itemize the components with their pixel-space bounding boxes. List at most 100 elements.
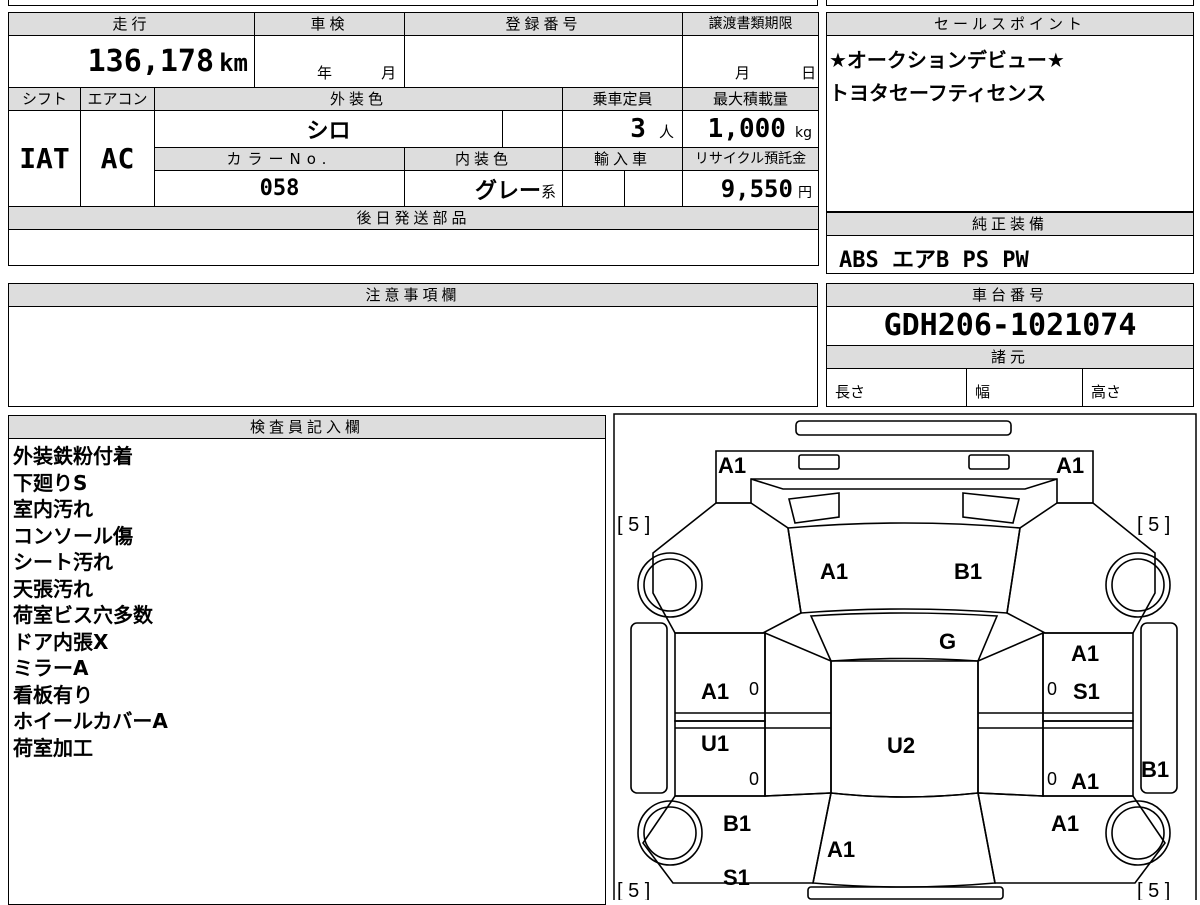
chassis-label: 車台番号	[827, 284, 1193, 307]
damage-left-rear-door-zero: 0	[749, 769, 759, 789]
equipment-box: 純正装備 ABS エアB PS PW	[826, 212, 1194, 274]
interior-color-value: グレー	[475, 178, 542, 204]
inspector-note: ホイールカバーA	[13, 709, 168, 733]
transfer-deadline-label: 譲渡書類期限	[682, 12, 820, 36]
mileage-value: 136,178	[87, 44, 215, 79]
chassis-value: GDH206-1021074	[827, 307, 1193, 346]
sales-point-line: トヨタセーフティセンス	[829, 81, 1047, 105]
inspector-notes-list: 外装鉄粉付着 下廻りS 室内汚れ コンソール傷 シート汚れ 天張汚れ 荷室ビス穴…	[9, 439, 605, 761]
max-load-value: 1,000	[707, 114, 786, 144]
tire-front-right: [ 5 ]	[1137, 514, 1170, 536]
damage-right-rear-door: A1	[1071, 769, 1099, 794]
inspector-note: 下廻りS	[13, 470, 88, 495]
damage-left-rear-door: U1	[701, 731, 729, 756]
recycle-unit: 円	[798, 184, 813, 201]
equipment-label: 純正装備	[827, 213, 1193, 236]
damage-diagram: A1 A1 [ 5 ] [ 5 ] A1 B1 G A1 0 A1 0 S1 U…	[613, 413, 1197, 900]
damage-left-front-door: A1	[701, 679, 729, 704]
exterior-color-label: 外装色	[153, 87, 564, 111]
damage-hood-left: A1	[820, 559, 848, 584]
interior-color-suffix: 系	[541, 183, 557, 201]
height-label: 高さ	[1091, 383, 1122, 401]
spec-label: 諸元	[827, 346, 1193, 369]
import-label: 輸入車	[562, 147, 684, 171]
mileage-label: 走行	[7, 12, 256, 36]
aircon-label: エアコン	[80, 87, 155, 111]
color-no-value: 058	[153, 170, 406, 207]
inspection-label: 車検	[254, 12, 406, 36]
damage-right-rear-door-zero: 0	[1047, 769, 1057, 789]
registration-value-cell	[404, 35, 684, 88]
interior-color-label: 内装色	[404, 147, 564, 171]
inspector-note: コンソール傷	[13, 523, 133, 548]
transfer-day-label: 日	[801, 64, 817, 82]
transfer-month-label: 月	[735, 64, 751, 82]
damage-left-rear-fender: B1	[723, 811, 751, 836]
damage-right-rear-fender: A1	[1051, 811, 1079, 836]
recycle-label: リサイクル預託金	[682, 147, 820, 171]
inspector-note: シート汚れ	[13, 550, 113, 574]
inspector-box: 検査員記入欄 外装鉄粉付着 下廻りS 室内汚れ コンソール傷 シート汚れ 天張汚…	[8, 415, 606, 905]
damage-roof: U2	[887, 733, 915, 758]
tire-rear-left: [ 5 ]	[617, 880, 650, 900]
inspector-note: ミラーA	[13, 656, 89, 680]
inspector-note: 看板有り	[13, 682, 93, 707]
chassis-box: 車台番号 GDH206-1021074 諸元 長さ 幅 高さ	[826, 283, 1194, 407]
damage-left-rear-bottom: S1	[723, 865, 750, 890]
sales-points-box: セールスポイント ★オークションデビュー★ トヨタセーフティセンス	[826, 12, 1194, 212]
sales-points-label: セールスポイント	[827, 13, 1193, 36]
tire-front-left: [ 5 ]	[617, 514, 650, 536]
top-frame-fragment-right	[826, 0, 1194, 6]
notes-box: 注意事項欄	[8, 283, 818, 407]
mileage-cell: 136,178 km	[7, 35, 256, 88]
inspector-note: 外装鉄粉付着	[13, 444, 133, 468]
width-label: 幅	[967, 369, 1083, 406]
transfer-deadline-cell: 月 日	[682, 35, 820, 88]
damage-rear-panel: A1	[827, 837, 855, 862]
vehicle-info-table: 走行 車検 登録番号 譲渡書類期限 136,178 km 年 月 月 日 シフト…	[7, 12, 820, 266]
capacity-label: 乗車定員	[562, 87, 684, 111]
registration-label: 登録番号	[404, 12, 684, 36]
top-frame-fragment	[8, 0, 818, 6]
aircon-value: AC	[80, 110, 155, 207]
inspector-note: ドア内張X	[13, 629, 109, 654]
damage-right-front-door-a: A1	[1071, 641, 1099, 666]
equipment-value: ABS エアB PS PW	[839, 248, 1029, 273]
mileage-unit: km	[219, 49, 249, 77]
damage-front-right: A1	[1056, 453, 1084, 478]
later-parts-label: 後日発送部品	[7, 206, 820, 230]
spec-row: 長さ 幅 高さ	[827, 369, 1193, 406]
damage-hood-right: B1	[954, 559, 982, 584]
max-load-unit: kg	[795, 125, 813, 141]
damage-left-front-door-zero: 0	[749, 679, 759, 699]
inspector-note: 天張汚れ	[13, 576, 93, 601]
inspection-year-label: 年	[317, 64, 333, 82]
inspection-cell: 年 月	[254, 35, 406, 88]
damage-front-left: A1	[718, 453, 746, 478]
max-load-label: 最大積載量	[682, 87, 820, 111]
exterior-color-value: シロ	[153, 110, 504, 148]
damage-right-front-door-s: S1	[1073, 679, 1100, 704]
shift-value: IAT	[8, 110, 81, 207]
damage-windshield: G	[939, 629, 956, 654]
recycle-cell: 9,550 円	[682, 170, 820, 207]
capacity-value: 3	[630, 114, 646, 144]
inspector-note: 室内汚れ	[13, 497, 93, 521]
capacity-cell: 3 人	[562, 110, 684, 148]
damage-right-front-door-zero: 0	[1047, 679, 1057, 699]
inspector-label: 検査員記入欄	[9, 416, 605, 439]
inspector-note: 荷室加工	[13, 735, 93, 760]
inspector-note: 荷室ビス穴多数	[13, 603, 153, 627]
shift-label: シフト	[8, 87, 81, 111]
damage-right-side-panel: B1	[1141, 757, 1169, 782]
notes-label: 注意事項欄	[9, 284, 817, 307]
inspection-month-label: 月	[381, 64, 397, 82]
length-label: 長さ	[827, 369, 967, 406]
color-no-label: カラーNo.	[153, 147, 406, 171]
later-parts-value-cell	[7, 229, 820, 266]
recycle-value: 9,550	[720, 174, 793, 203]
exterior-color-extra	[502, 110, 564, 148]
capacity-unit: 人	[659, 123, 675, 141]
import-cell-a	[562, 170, 626, 207]
tire-rear-right: [ 5 ]	[1137, 880, 1170, 900]
